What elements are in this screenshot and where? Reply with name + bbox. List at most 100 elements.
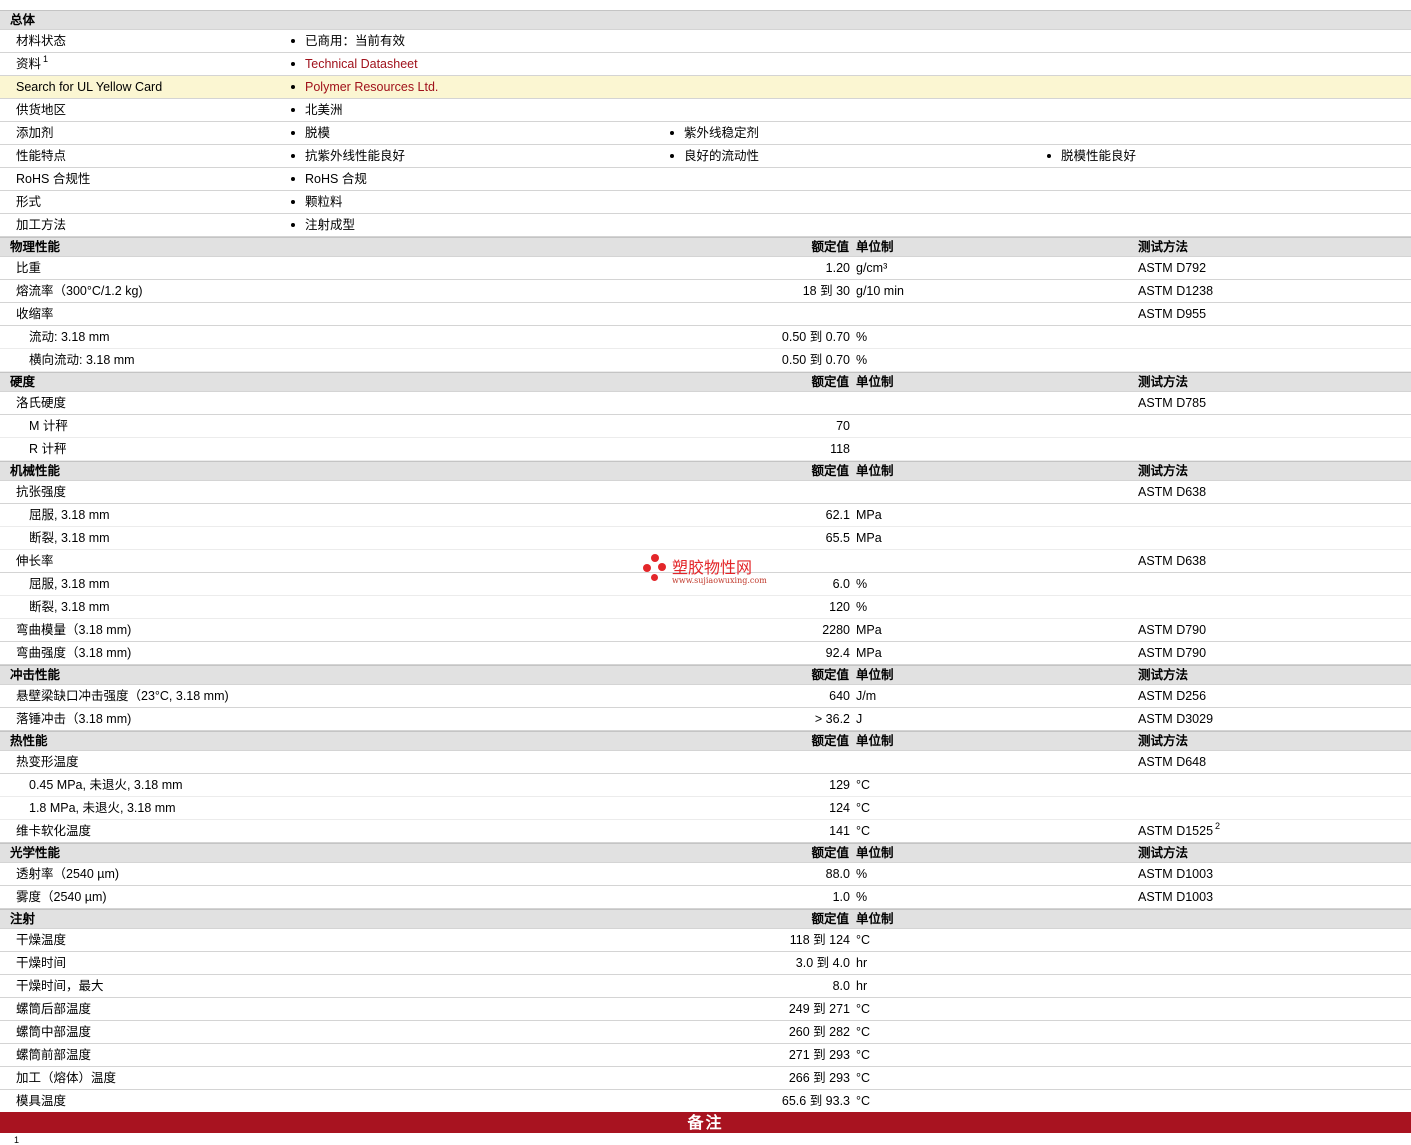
bullet-item[interactable]: Polymer Resources Ltd. [291,76,438,98]
property-label: 雾度（2540 µm) [16,890,107,904]
property-value: 88.0 [825,867,850,881]
property-value: 260 到 282 [788,1025,850,1039]
col-header-value: 额定值 [811,240,849,254]
notes-header: 备注 [0,1112,1411,1133]
row-label: Search for UL Yellow Card [16,76,162,98]
section-header: 冲击性能 额定值 单位制 测试方法 [0,665,1411,685]
property-value: 70 [836,419,850,433]
property-value: 65.5 [825,531,850,545]
property-label: 干燥时间，最大 [16,979,104,993]
bullet-dot-icon [291,153,295,158]
col-header-value: 额定值 [811,375,849,389]
property-value: 271 到 293 [788,1048,850,1062]
col-header-value: 额定值 [811,668,849,682]
property-label: 加工（熔体）温度 [16,1071,117,1085]
property-unit: °C [856,824,871,838]
property-row: 屈服, 3.18 mm 62.1 MPa [0,504,1411,527]
property-row: 螺筒前部温度 271 到 293 °C [0,1044,1411,1067]
row-label-text: RoHS 合规性 [16,172,91,186]
bullet-item: 已商用：当前有效 [291,30,405,52]
test-method-text: ASTM D1525 [1138,824,1214,838]
property-row: 透射率（2540 µm) 88.0% ASTM D1003 [0,863,1411,886]
property-label: 比重 [16,261,42,275]
test-method-text: ASTM D790 [1138,646,1207,660]
general-row: 材料状态 已商用：当前有效 [0,30,1411,53]
property-label: 弯曲模量（3.18 mm) [16,623,132,637]
property-row: 熔流率（300°C/1.2 kg) 18 到 30 g/10 min ASTM D12… [0,280,1411,303]
property-label: 流动: 3.18 mm [29,330,110,344]
property-value: > 36.2 [814,712,850,726]
section-title: 光学性能 [10,846,61,860]
col-header-value: 额定值 [811,734,849,748]
bullet-text: 紫外线稳定剂 [684,126,760,140]
property-value: 266 到 293 [788,1071,850,1085]
property-label: 悬壁梁缺口冲击强度（23°C, 3.18 mm) [16,689,229,703]
datasheet-link[interactable]: Technical Datasheet [305,57,418,71]
property-unit: % [856,890,868,904]
property-row: 干燥时间 3.0 到 4.0 hr [0,952,1411,975]
test-method: ASTM D790 [1138,642,1206,664]
property-unit: MPa [856,623,882,637]
section-header: 物理性能 额定值 单位制 测试方法 [0,237,1411,257]
test-method-text: ASTM D638 [1138,554,1207,568]
bullet-dot-icon [291,130,295,135]
property-row: R 计秤 118 [0,438,1411,461]
row-label: 供货地区 [16,99,66,121]
property-label: 屈服, 3.18 mm [29,508,110,522]
test-method-text: ASTM D648 [1138,755,1207,769]
bullet-text: 抗紫外线性能良好 [305,149,406,163]
test-method-text: ASTM D1238 [1138,284,1214,298]
test-method-text: ASTM D638 [1138,485,1207,499]
bullet-item: 北美洲 [291,99,343,121]
test-method: ASTM D955 [1138,303,1206,325]
property-row: 抗张强度 ASTM D638 [0,481,1411,504]
footnote-ref[interactable]: 2 [1215,821,1220,831]
bullet-dot-icon [291,176,295,181]
bullet-dot-icon [291,222,295,227]
property-label: R 计秤 [29,442,67,456]
property-unit: % [856,353,868,367]
property-value: 92.4 [825,646,850,660]
col-header-unit: 单位制 [856,375,894,389]
property-unit: hr [856,979,868,993]
datasheet-link[interactable]: Polymer Resources Ltd. [305,80,438,94]
property-value: 18 到 30 [802,284,850,298]
general-row: 供货地区 北美洲 [0,99,1411,122]
section-header-general: 总体 [0,10,1411,30]
property-label: 熔流率（300°C/1.2 kg) [16,284,143,298]
property-unit: MPa [856,531,882,545]
row-label: 形式 [16,191,41,213]
property-value: 1.20 [825,261,850,275]
property-label: 1.8 MPa, 未退火, 3.18 mm [29,801,176,815]
property-label: 螺筒中部温度 [16,1025,92,1039]
property-label: 抗张强度 [16,485,67,499]
property-label: 干燥时间 [16,956,67,970]
col-header-unit: 单位制 [856,240,894,254]
property-label: 干燥温度 [16,933,67,947]
footnote-ref[interactable]: 1 [43,54,48,64]
watermark-logo: 塑胶物性网 www.sujiaowuxing.com [643,554,773,588]
test-method: ASTM D790 [1138,619,1206,641]
test-method: ASTM D792 [1138,257,1206,279]
bullet-item: 紫外线稳定剂 [670,122,759,144]
general-row: 添加剂 脱模 紫外线稳定剂 [0,122,1411,145]
test-method-text: ASTM D792 [1138,261,1207,275]
row-label-text: 加工方法 [16,218,67,232]
test-method: ASTM D1003 [1138,886,1213,908]
property-row: 断裂, 3.18 mm 120% [0,596,1411,619]
property-row: 热变形温度 ASTM D648 [0,751,1411,774]
property-value: 1.0 [832,890,850,904]
bullet-item[interactable]: Technical Datasheet [291,53,418,75]
row-label-text: 材料状态 [16,34,67,48]
col-header-unit: 单位制 [856,846,894,860]
property-label: 维卡软化温度 [16,824,92,838]
row-label: 材料状态 [16,30,66,52]
property-row: 维卡软化温度 141 °C ASTM D1525 2 [0,820,1411,843]
row-label-text: Search for UL Yellow Card [16,80,163,94]
property-label: 断裂, 3.18 mm [29,531,110,545]
property-row: 洛氏硬度 ASTM D785 [0,392,1411,415]
property-label: 伸长率 [16,554,54,568]
general-row: 资料 1 Technical Datasheet [0,53,1411,76]
bullet-dot-icon [291,38,295,43]
property-unit: °C [856,1048,871,1062]
